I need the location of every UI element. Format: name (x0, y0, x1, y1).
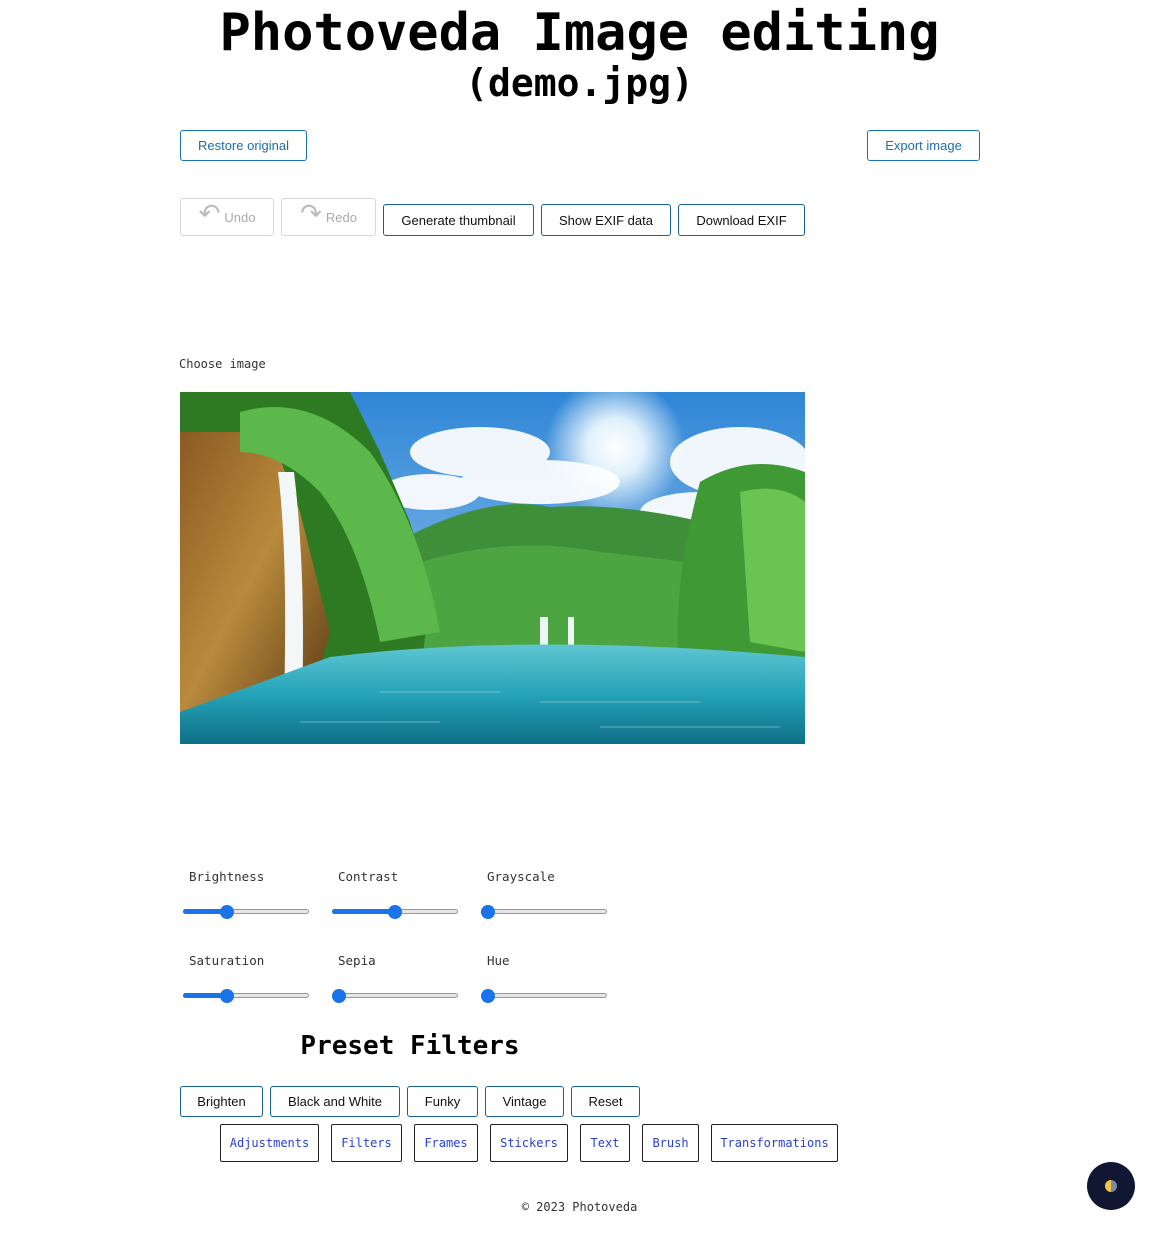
undo-label: Undo (224, 209, 256, 225)
undo-button[interactable]: ↶ Undo (180, 198, 274, 236)
sepia-slider-track (332, 993, 458, 998)
tab-transformations[interactable]: Transformations (711, 1124, 838, 1162)
file-name-subtitle: (demo.jpg) (465, 61, 694, 105)
waterfall-photo (180, 392, 805, 744)
half-moon-theme-icon (1105, 1180, 1117, 1192)
tab-brush[interactable]: Brush (642, 1124, 699, 1162)
grayscale-slider-thumb[interactable] (481, 905, 495, 919)
download-exif-button[interactable]: Download EXIF (678, 204, 805, 236)
export-image-button[interactable]: Export image (867, 130, 980, 161)
tab-stickers[interactable]: Stickers (490, 1124, 568, 1162)
redo-arrow-icon: ↷ (300, 198, 322, 228)
contrast-slider-thumb[interactable] (388, 905, 402, 919)
preset-black-and-white-button[interactable]: Black and White (270, 1086, 400, 1117)
show-exif-button[interactable]: Show EXIF data (541, 204, 671, 236)
preset-reset-button[interactable]: Reset (571, 1086, 640, 1117)
saturation-slider[interactable] (183, 988, 309, 1004)
tab-text[interactable]: Text (580, 1124, 630, 1162)
image-canvas[interactable] (180, 392, 805, 744)
contrast-label: Contrast (338, 869, 399, 884)
page-title: Photoveda Image editing (219, 3, 940, 63)
preset-vintage-button[interactable]: Vintage (485, 1086, 564, 1117)
hue-slider-thumb[interactable] (481, 989, 495, 1003)
grayscale-slider-track (481, 909, 607, 914)
hue-slider-track (481, 993, 607, 998)
brightness-label: Brightness (189, 869, 265, 884)
preset-brighten-button[interactable]: Brighten (180, 1086, 263, 1117)
restore-original-button[interactable]: Restore original (180, 130, 307, 161)
contrast-slider[interactable] (332, 904, 458, 920)
generate-thumbnail-button[interactable]: Generate thumbnail (383, 204, 534, 236)
tab-adjustments[interactable]: Adjustments (220, 1124, 319, 1162)
sepia-slider[interactable] (332, 988, 458, 1004)
hue-slider[interactable] (481, 988, 607, 1004)
preset-filters-title: Preset Filters (300, 1031, 520, 1061)
preset-funky-button[interactable]: Funky (407, 1086, 478, 1117)
grayscale-slider[interactable] (481, 904, 607, 920)
sepia-slider-thumb[interactable] (332, 989, 346, 1003)
tab-frames[interactable]: Frames (414, 1124, 478, 1162)
grayscale-label: Grayscale (487, 869, 555, 884)
hue-label: Hue (487, 953, 510, 968)
contrast-slider-fill (332, 909, 395, 914)
tab-filters[interactable]: Filters (331, 1124, 402, 1162)
saturation-slider-thumb[interactable] (220, 989, 234, 1003)
choose-image-label[interactable]: Choose image (179, 357, 266, 371)
brightness-slider-thumb[interactable] (220, 905, 234, 919)
theme-toggle-button[interactable] (1087, 1162, 1135, 1210)
redo-label: Redo (325, 209, 357, 225)
redo-button[interactable]: ↷ Redo (281, 198, 376, 236)
undo-arrow-icon: ↶ (198, 198, 221, 228)
footer-copyright: © 2023 Photoveda (521, 1200, 638, 1214)
saturation-label: Saturation (189, 953, 265, 968)
brightness-slider[interactable] (183, 904, 309, 920)
sepia-label: Sepia (338, 953, 376, 968)
